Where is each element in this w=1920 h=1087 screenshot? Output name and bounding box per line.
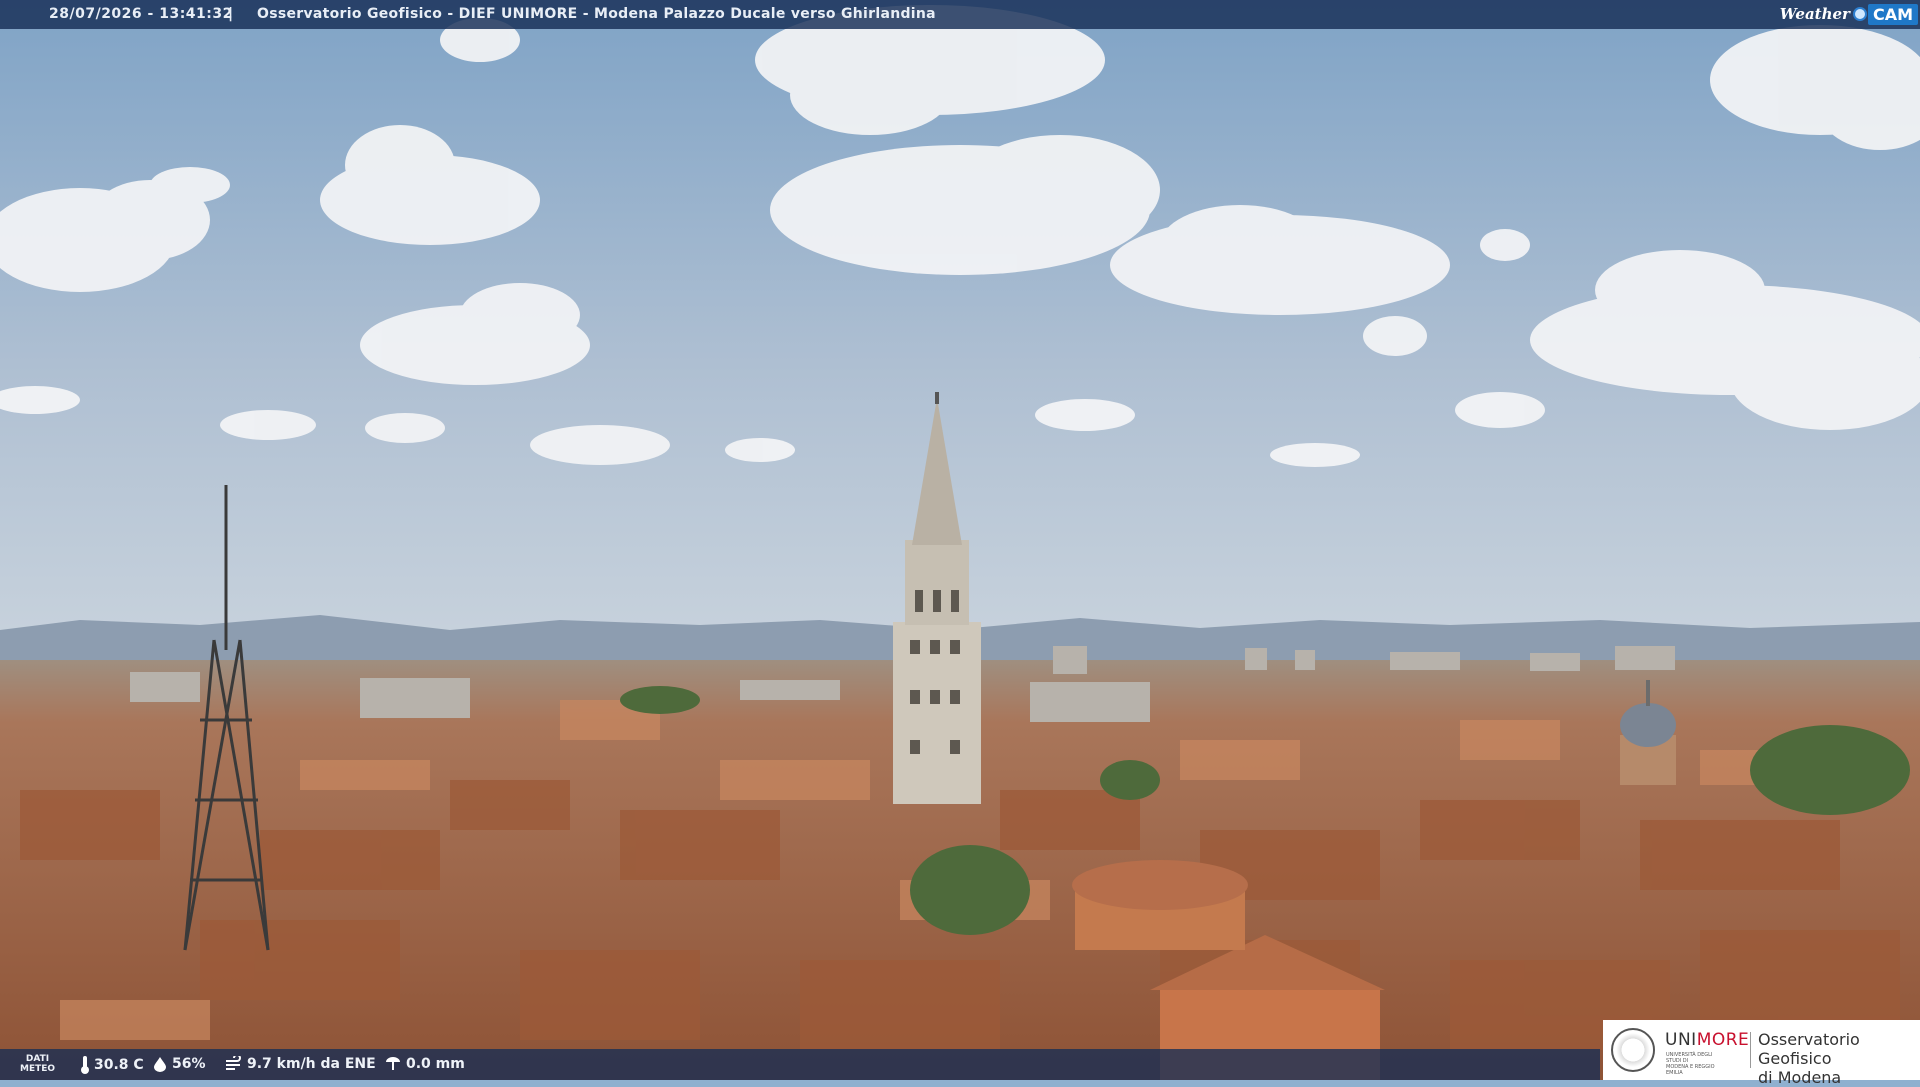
rain-gauge-icon [386, 1057, 400, 1070]
wind-icon [226, 1056, 241, 1070]
temperature-reading: 30.8 C [80, 1056, 144, 1074]
weather-label-line1: DATI [25, 1054, 50, 1064]
weather-label-line2: METEO [20, 1064, 56, 1074]
thermometer-icon [81, 1056, 89, 1074]
wind-reading: 9.7 km/h da ENE [225, 1056, 376, 1072]
webcam-photo [0, 0, 1920, 1080]
university-seal-icon [1611, 1028, 1655, 1072]
unimore-prefix: UNI [1665, 1030, 1697, 1050]
humidity-value: 56% [172, 1056, 206, 1072]
unimore-logo: UNIMORE UNIVERSITÀ DEGLI STUDI DI MODENA… [1603, 1020, 1920, 1087]
weathercam-cam-text: CAM [1867, 3, 1918, 25]
observatory-name: Osservatorio Geofisico di Modena [1758, 1030, 1920, 1087]
university-subtitle: UNIVERSITÀ DEGLI STUDI DI MODENA E REGGI… [1666, 1052, 1726, 1076]
humidity-drop-icon [154, 1057, 166, 1072]
camera-title: Osservatorio Geofisico - DIEF UNIMORE - … [257, 6, 936, 22]
weather-data-label: DATI METEO [20, 1054, 55, 1074]
header-separator: | [228, 6, 234, 22]
unimore-wordmark: UNIMORE [1665, 1030, 1749, 1050]
university-line1: UNIVERSITÀ DEGLI STUDI DI [1666, 1052, 1713, 1064]
weathercam-dot-icon [1852, 7, 1867, 21]
rain-reading: 0.0 mm [384, 1056, 465, 1072]
temperature-value: 30.8 C [94, 1057, 144, 1073]
top-info-bar: 28/07/2026 - 13:41:32 | Osservatorio Geo… [0, 0, 1920, 29]
weathercam-weather-text: Weather [1779, 5, 1850, 23]
humidity-reading: 56% [152, 1056, 206, 1072]
unimore-suffix: MORE [1696, 1030, 1750, 1050]
university-line2: MODENA E REGGIO EMILIA [1666, 1064, 1715, 1076]
observatory-line2: di Modena [1758, 1068, 1842, 1087]
logo-divider [1750, 1032, 1751, 1068]
timestamp: 28/07/2026 - 13:41:32 [49, 6, 233, 22]
observatory-line1: Osservatorio Geofisico [1758, 1030, 1860, 1068]
weathercam-logo: Weather CAM [1780, 2, 1918, 26]
rain-value: 0.0 mm [406, 1056, 465, 1072]
wind-value: 9.7 km/h da ENE [247, 1056, 376, 1072]
weather-data-bar: DATI METEO 30.8 C 56% 9.7 km/h da ENE 0.… [0, 1049, 1600, 1080]
